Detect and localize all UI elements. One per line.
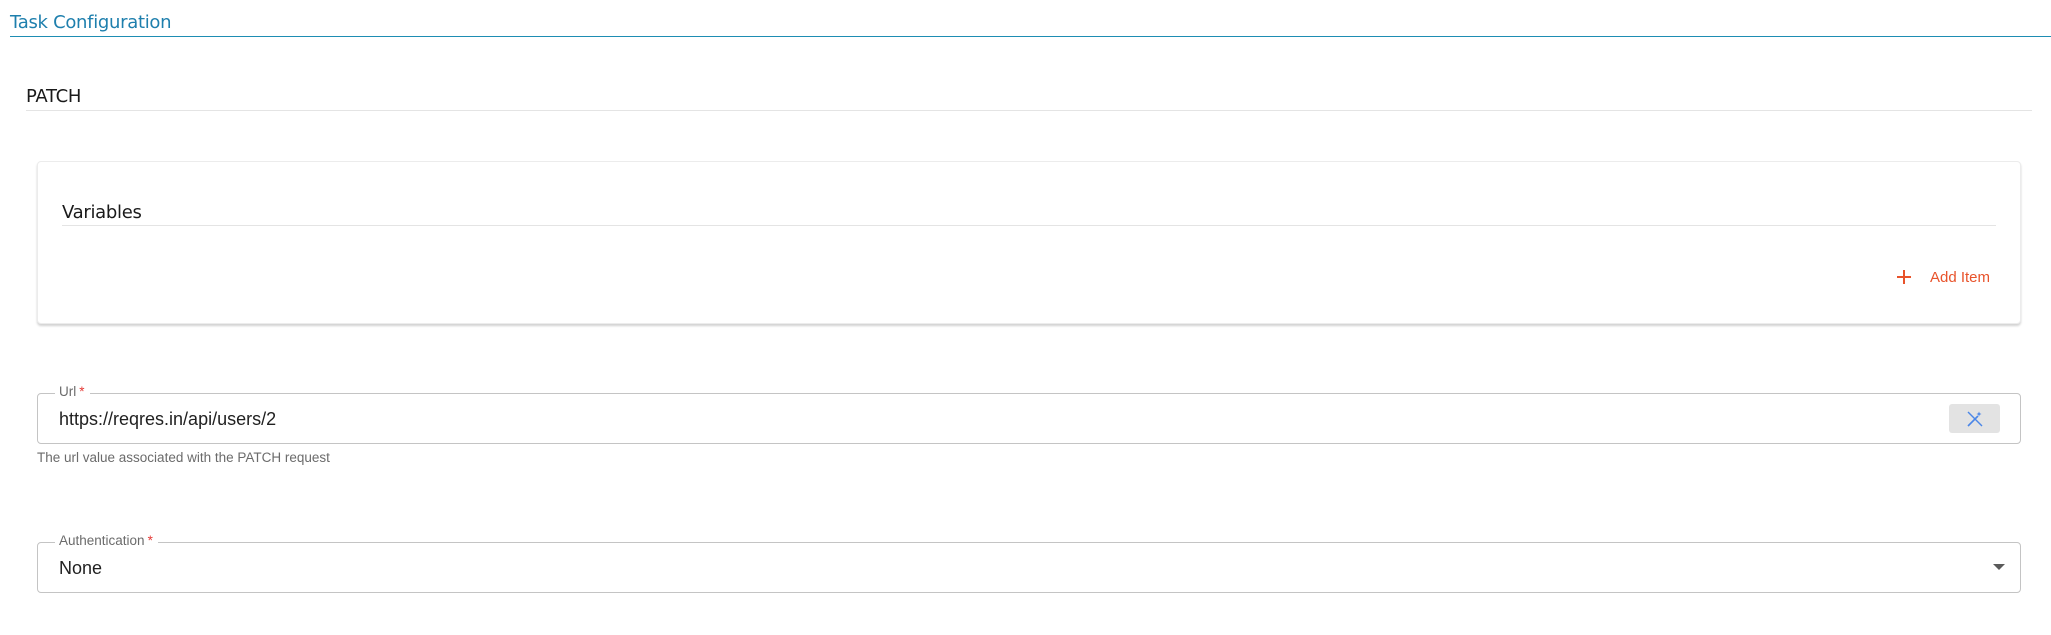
authentication-value: None	[59, 558, 103, 578]
variables-title: Variables	[62, 202, 142, 223]
required-marker: *	[79, 384, 85, 399]
authentication-field: Authentication * None	[37, 532, 2051, 593]
url-field: Url * https://reqres.in/api/users/2 The u…	[37, 383, 2051, 465]
url-label: Url *	[55, 383, 90, 401]
patch-section-header: PATCH	[26, 86, 2032, 111]
plus-icon	[1896, 270, 1911, 284]
magic-wand-off-icon	[1966, 411, 1982, 427]
add-item-label: Add Item	[1929, 268, 1990, 286]
task-configuration-page: Task Configuration PATCH Variables Add I…	[0, 0, 2051, 635]
dynamic-value-toggle-button[interactable]	[1949, 404, 2000, 433]
section-title: PATCH	[26, 86, 82, 107]
required-marker: *	[147, 533, 153, 548]
authentication-label: Authentication *	[55, 532, 158, 550]
url-input[interactable]: Url * https://reqres.in/api/users/2	[37, 383, 2021, 444]
authentication-select[interactable]: Authentication * None	[37, 532, 2021, 593]
url-helper-text: The url value associated with the PATCH …	[37, 450, 330, 465]
variables-header: Variables	[62, 202, 1996, 226]
variables-card: Variables Add Item	[37, 161, 2021, 324]
add-item-button[interactable]: Add Item	[1895, 268, 1990, 286]
task-configuration-header: Task Configuration	[10, 10, 2051, 37]
caret-down-icon[interactable]	[1993, 564, 2005, 570]
page-title: Task Configuration	[10, 12, 172, 33]
url-value[interactable]: https://reqres.in/api/users/2	[59, 408, 276, 430]
